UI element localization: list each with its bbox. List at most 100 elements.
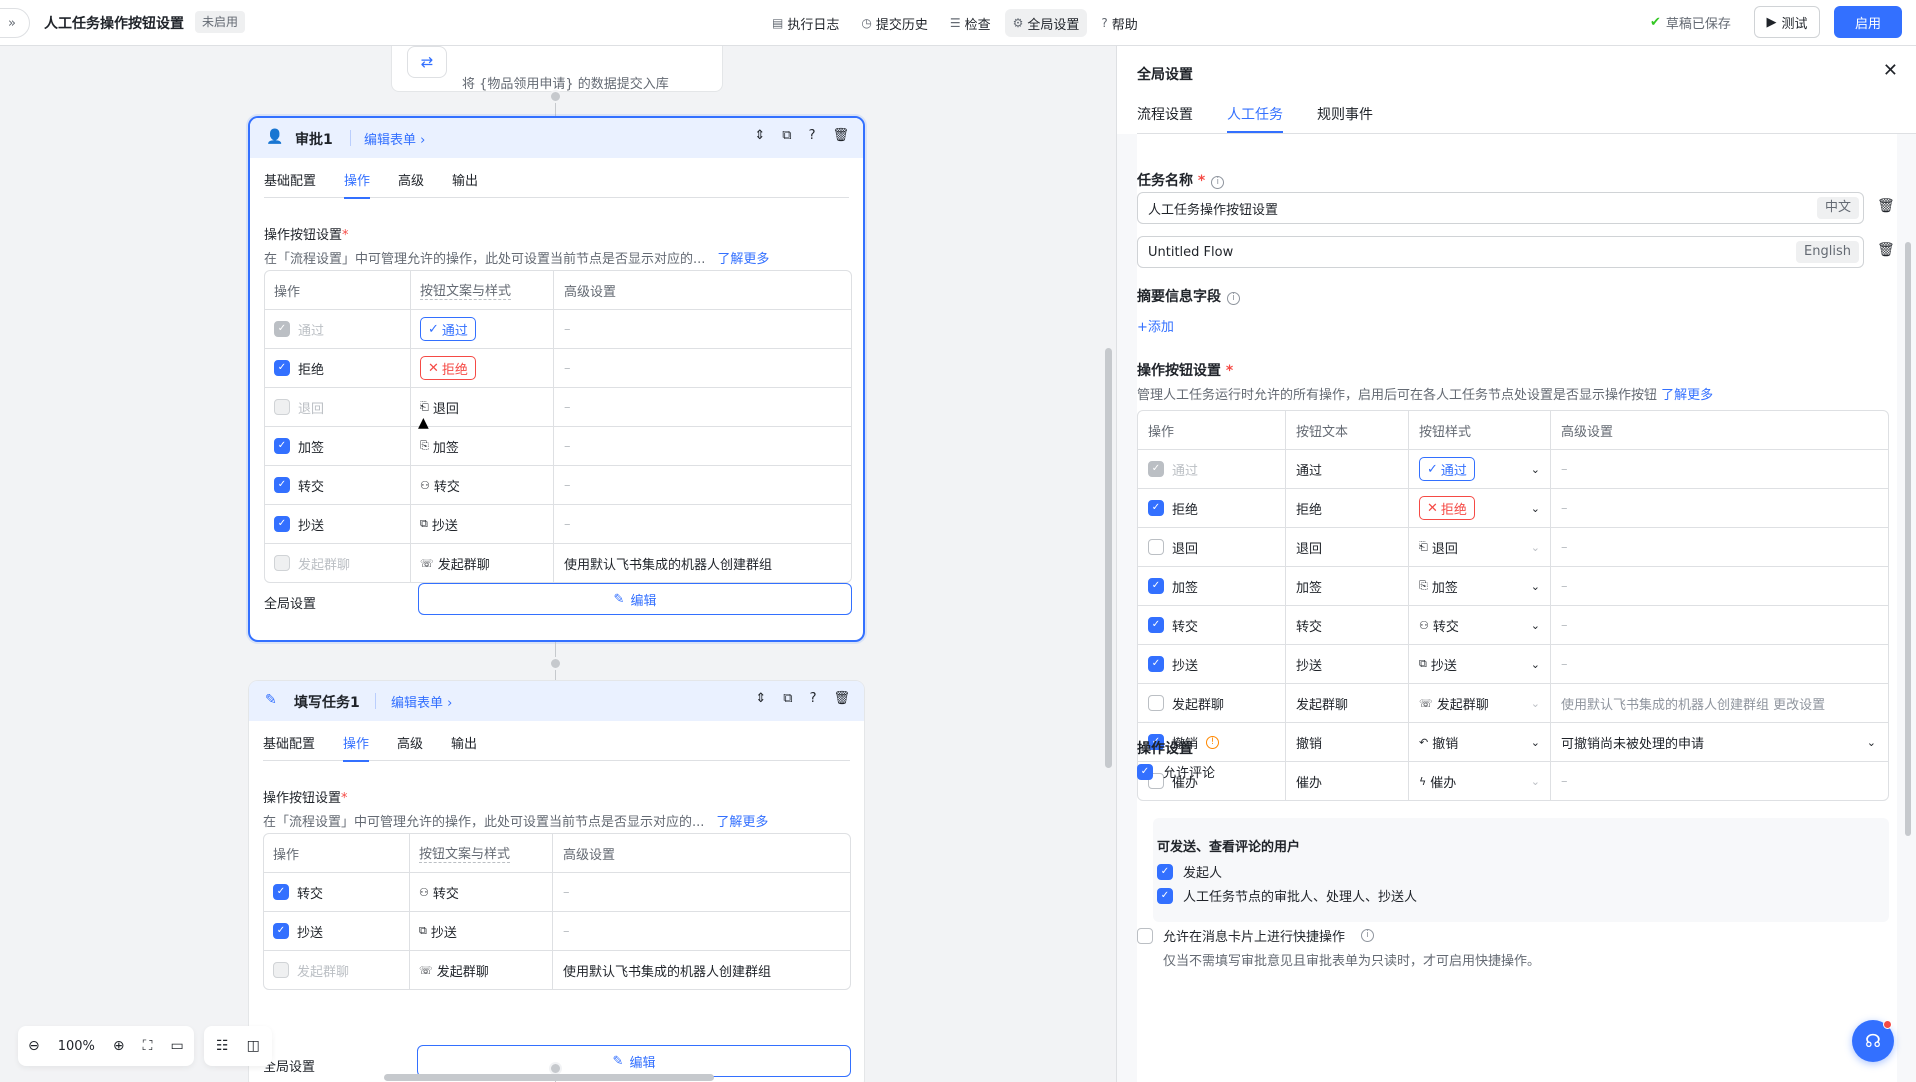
checkbox[interactable] — [1148, 695, 1164, 711]
btn-cell[interactable]: ⚇ 转交 — [411, 466, 554, 504]
support-button[interactable]: ☊ — [1852, 1020, 1894, 1062]
zoom-out-icon[interactable]: ⊖ — [28, 1038, 40, 1054]
style-select[interactable]: ☏ 发起群聊 ⌄ — [1409, 684, 1551, 722]
checkbox[interactable]: ✓ — [1137, 763, 1153, 780]
tab-rule-events[interactable]: 规则事件 — [1317, 102, 1373, 132]
info-icon[interactable]: i — [1361, 929, 1375, 942]
zoom-in-icon[interactable]: ⊕ — [113, 1038, 125, 1054]
collapse-icon[interactable]: ⇕ — [754, 128, 765, 143]
panel-scrollbar[interactable] — [1905, 242, 1911, 836]
checkbox[interactable]: ✓ — [274, 438, 290, 454]
btn-cell[interactable]: ☏ 发起群聊 — [411, 544, 554, 582]
btn-cell[interactable]: ⧉ 抄送 — [410, 912, 553, 950]
close-icon[interactable]: ✕ — [1883, 60, 1898, 81]
checkbox[interactable]: ✓ — [274, 360, 290, 376]
text-cell[interactable]: 拒绝 — [1286, 489, 1409, 527]
trash-icon[interactable]: 🗑 — [833, 691, 850, 706]
flow-canvas[interactable]: ⇄ 将 {物品领用申请} 的数据提交入库 👤 审批1 编辑表单 › ⇕ ⧉ ? … — [0, 46, 1116, 1082]
trash-icon[interactable]: 🗑 — [832, 128, 849, 143]
tab-advanced[interactable]: 高级 — [397, 731, 423, 761]
canvas-vscrollbar[interactable] — [1105, 348, 1112, 768]
text-cell[interactable]: 撤销 — [1286, 723, 1409, 761]
edit-global-button[interactable]: ✎ 编辑 — [418, 583, 852, 615]
tab-output[interactable]: 输出 — [451, 731, 477, 761]
adv-cell[interactable]: 可撤销尚未被处理的申请 ⌄ — [1551, 723, 1888, 761]
task-name-en-input[interactable]: Untitled Flow English — [1137, 236, 1864, 268]
trash-icon[interactable]: 🗑 — [1877, 242, 1895, 258]
text-cell[interactable]: 催办 — [1286, 762, 1409, 800]
nav-submit-history[interactable]: ◷ 提交历史 — [853, 9, 936, 37]
info-icon[interactable]: i — [1211, 176, 1225, 189]
checkbox[interactable]: ✓ — [1157, 863, 1173, 880]
nav-help[interactable]: ? 帮助 — [1093, 9, 1145, 37]
fill-task-node[interactable]: ✎ 填写任务1 编辑表单 › ⇕ ⧉ ? 🗑 基础配置 操作 高级 输出 操作按… — [248, 680, 865, 1082]
tab-basic[interactable]: 基础配置 — [263, 731, 315, 761]
text-cell[interactable]: 通过 — [1286, 450, 1409, 488]
add-summary-link[interactable]: +添加 — [1137, 316, 1174, 335]
expand-sidebar-button[interactable]: » — [0, 8, 30, 38]
copy-icon[interactable]: ⧉ — [782, 128, 791, 143]
tab-advanced[interactable]: 高级 — [398, 168, 424, 198]
learn-more-link[interactable]: 了解更多 — [717, 252, 769, 267]
btn-cell[interactable]: ☏ 发起群聊 — [410, 951, 553, 989]
tab-output[interactable]: 输出 — [452, 168, 478, 198]
approval-node[interactable]: 👤 审批1 编辑表单 › ⇕ ⧉ ? 🗑 基础配置 操作 高级 输出 操作按钮设… — [248, 116, 865, 642]
info-icon[interactable]: i — [1227, 292, 1240, 305]
checkbox[interactable]: ✓ — [1148, 656, 1164, 672]
user-handlers-option[interactable]: ✓ 人工任务节点的审批人、处理人、抄送人 — [1157, 886, 1417, 905]
nav-exec-log[interactable]: ▤ 执行日志 — [764, 9, 847, 37]
text-cell[interactable]: 退回 — [1286, 528, 1409, 566]
btn-cell[interactable]: ⎘ 加签 — [411, 427, 554, 465]
checkbox[interactable]: ✓ — [1157, 887, 1173, 904]
style-select[interactable]: ϟ 催办 ⌄ — [1409, 762, 1551, 800]
btn-cell[interactable]: ⎗ 退回 — [411, 388, 554, 426]
adv-cell[interactable]: 使用默认飞书集成的机器人创建群组 更改设置 — [1551, 684, 1888, 722]
checkbox[interactable]: ✓ — [1148, 500, 1164, 516]
nav-global-settings[interactable]: ⚙ 全局设置 — [1004, 9, 1088, 37]
style-select[interactable]: ⧉ 抄送 ⌄ — [1409, 645, 1551, 683]
copy-icon[interactable]: ⧉ — [783, 691, 792, 706]
tab-flow-settings[interactable]: 流程设置 — [1137, 102, 1193, 132]
style-select[interactable]: ⎗ 退回 ⌄ — [1409, 528, 1551, 566]
text-cell[interactable]: 发起群聊 — [1286, 684, 1409, 722]
style-select[interactable]: ✓ 通过 ⌄ — [1409, 450, 1551, 488]
style-select[interactable]: ↶ 撤销 ⌄ — [1409, 723, 1551, 761]
collapse-all-icon[interactable]: ◫ — [247, 1038, 260, 1054]
checkbox[interactable]: ✓ — [273, 884, 289, 900]
text-cell[interactable]: 转交 — [1286, 606, 1409, 644]
edit-global-button[interactable]: ✎ 编辑 — [417, 1045, 851, 1077]
checkbox[interactable] — [1137, 927, 1153, 944]
add-node-dot[interactable] — [549, 657, 562, 670]
btn-cell[interactable]: ✕ 拒绝 — [411, 349, 554, 387]
checkbox[interactable] — [1148, 539, 1164, 555]
tab-basic[interactable]: 基础配置 — [264, 168, 316, 198]
user-initiator-option[interactable]: ✓ 发起人 — [1157, 862, 1222, 881]
minimap-icon[interactable]: ▭ — [170, 1038, 183, 1054]
checkbox[interactable]: ✓ — [274, 477, 290, 493]
style-select[interactable]: ✕ 拒绝 ⌄ — [1409, 489, 1551, 527]
text-cell[interactable]: 加签 — [1286, 567, 1409, 605]
tab-manual-task[interactable]: 人工任务 — [1227, 102, 1283, 133]
add-node-dot[interactable] — [549, 90, 562, 103]
btn-cell[interactable]: ✓ 通过 — [411, 310, 554, 348]
checkbox[interactable]: ✓ — [1148, 617, 1164, 633]
quick-action-option[interactable]: 允许在消息卡片上进行快捷操作 i — [1137, 926, 1375, 945]
question-icon[interactable]: ? — [810, 691, 817, 706]
style-select[interactable]: ⚇ 转交 ⌄ — [1409, 606, 1551, 644]
question-icon[interactable]: ? — [809, 128, 816, 143]
learn-more-link[interactable]: 了解更多 — [1661, 388, 1713, 403]
nav-check[interactable]: ☰ 检查 — [942, 9, 999, 37]
edit-form-link[interactable]: 编辑表单 › — [391, 692, 452, 711]
btn-cell[interactable]: ⧉ 抄送 — [411, 505, 554, 543]
checkbox[interactable]: ✓ — [273, 923, 289, 939]
tab-operations[interactable]: 操作 — [343, 731, 370, 762]
prev-node[interactable]: ⇄ 将 {物品领用申请} 的数据提交入库 — [391, 46, 723, 92]
checkbox[interactable]: ✓ — [274, 516, 290, 532]
learn-more-link[interactable]: 了解更多 — [716, 815, 768, 830]
checkbox[interactable]: ✓ — [1148, 578, 1164, 594]
tab-operations[interactable]: 操作 — [344, 168, 371, 199]
collapse-icon[interactable]: ⇕ — [755, 691, 766, 706]
canvas-hscrollbar[interactable] — [384, 1074, 714, 1081]
trash-icon[interactable]: 🗑 — [1877, 198, 1895, 214]
auto-layout-icon[interactable]: ☷ — [216, 1038, 229, 1054]
